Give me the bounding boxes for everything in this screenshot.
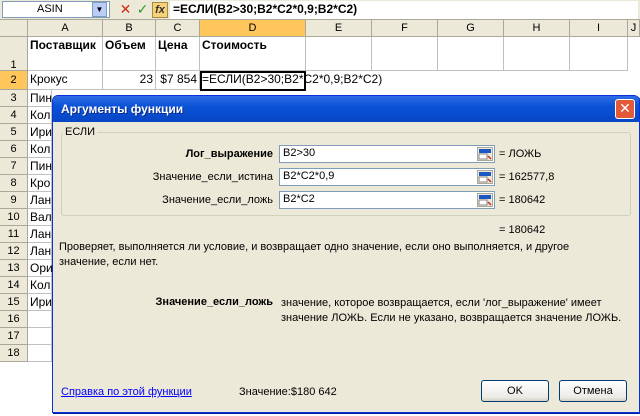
confirm-formula-icon[interactable]: ✓: [134, 1, 151, 18]
row-header[interactable]: 4: [0, 107, 28, 124]
column-header[interactable]: E: [306, 20, 372, 37]
table-cell[interactable]: [28, 345, 52, 362]
row-header[interactable]: 2: [0, 71, 28, 90]
arg-value: B2*C2: [283, 193, 315, 205]
table-cell[interactable]: [28, 328, 52, 345]
row-header[interactable]: 15: [0, 294, 28, 311]
arg-input-value-if-true[interactable]: B2*C2*0,9: [279, 168, 495, 186]
formula-bar: ASIN ▼ ✕ ✓ fx =ЕСЛИ(B2>30;B2*C2*0,9;B2*C…: [0, 0, 640, 20]
insert-function-icon[interactable]: fx: [152, 2, 168, 18]
table-cell[interactable]: 23: [103, 71, 156, 90]
table-cell[interactable]: [372, 37, 438, 71]
current-arg-name: Значение_если_ложь: [155, 296, 273, 308]
column-header[interactable]: B: [103, 20, 156, 37]
table-cell[interactable]: Лан: [28, 192, 52, 209]
row-header[interactable]: 11: [0, 226, 28, 243]
help-link[interactable]: Справка по этой функции: [61, 386, 192, 398]
row-header[interactable]: 17: [0, 328, 28, 345]
collapse-dialog-icon[interactable]: [477, 170, 493, 184]
column-header[interactable]: D: [200, 20, 306, 37]
close-icon[interactable]: ✕: [615, 99, 635, 119]
column-header[interactable]: A: [28, 20, 103, 37]
table-cell[interactable]: Кол: [28, 277, 52, 294]
arg-result: = 180642: [499, 194, 546, 206]
cancel-button[interactable]: Отмена: [559, 380, 627, 402]
dialog-titlebar[interactable]: Аргументы функции ✕: [53, 96, 639, 122]
row-header[interactable]: 16: [0, 311, 28, 328]
select-all-corner[interactable]: [0, 20, 28, 37]
table-cell[interactable]: $7 854: [156, 71, 200, 90]
dialog-title: Аргументы функции: [61, 102, 184, 116]
table-cell[interactable]: [28, 311, 52, 328]
function-name: ЕСЛИ: [63, 126, 98, 138]
table-cell[interactable]: Лан: [28, 243, 52, 260]
cancel-formula-icon[interactable]: ✕: [117, 1, 134, 18]
column-header[interactable]: I: [570, 20, 628, 37]
table-cell[interactable]: Кол: [28, 107, 52, 124]
row-header[interactable]: 8: [0, 175, 28, 192]
table-cell[interactable]: Лан: [28, 226, 52, 243]
table-cell[interactable]: Пин: [28, 90, 52, 107]
table-cell[interactable]: Поставщик: [28, 37, 103, 71]
row-header[interactable]: 7: [0, 158, 28, 175]
row-header[interactable]: 13: [0, 260, 28, 277]
collapse-dialog-icon[interactable]: [477, 193, 493, 207]
arg-value: B2>30: [283, 147, 316, 159]
row-header[interactable]: 10: [0, 209, 28, 226]
column-header[interactable]: F: [372, 20, 438, 37]
table-cell[interactable]: [438, 37, 504, 71]
arg-result: = ЛОЖЬ: [499, 148, 542, 160]
chevron-down-icon[interactable]: ▼: [92, 2, 107, 17]
arg-input-log-expression[interactable]: B2>30: [279, 145, 495, 163]
arg-value: B2*C2*0,9: [283, 170, 335, 182]
function-arguments-dialog: Аргументы функции ✕ ЕСЛИ Лог_выражение B…: [52, 95, 640, 413]
row-header[interactable]: 6: [0, 141, 28, 158]
active-cell-border: [200, 71, 306, 91]
current-arg-description: значение, которое возвращается, если 'ло…: [281, 297, 622, 324]
arg-label-log-expression: Лог_выражение: [185, 148, 273, 160]
column-header[interactable]: G: [438, 20, 504, 37]
table-cell[interactable]: Ири: [28, 294, 52, 311]
table-cell[interactable]: Вал: [28, 209, 52, 226]
table-cell[interactable]: Крокус: [28, 71, 103, 90]
row-header[interactable]: 1: [0, 37, 28, 71]
row-header[interactable]: 14: [0, 277, 28, 294]
arg-input-value-if-false[interactable]: B2*C2: [279, 191, 495, 209]
row-header[interactable]: 5: [0, 124, 28, 141]
column-header[interactable]: J: [628, 20, 640, 37]
row-header[interactable]: 18: [0, 345, 28, 362]
table-cell[interactable]: Объем: [103, 37, 156, 71]
table-cell[interactable]: Ори: [28, 260, 53, 277]
row-header[interactable]: 3: [0, 90, 28, 107]
table-cell[interactable]: Ири: [28, 124, 52, 141]
table-cell[interactable]: [570, 37, 628, 71]
arg-result: = 162577,8: [499, 171, 555, 183]
formula-input[interactable]: =ЕСЛИ(B2>30;B2*C2*0,9;B2*C2): [170, 1, 638, 19]
arg-label-value-if-true: Значение_если_истина: [152, 171, 273, 183]
table-cell[interactable]: Пин: [28, 158, 52, 175]
row-header[interactable]: 9: [0, 192, 28, 209]
table-cell[interactable]: Кро: [28, 175, 52, 192]
value-label: Значение:$180 642: [239, 386, 337, 398]
table-cell[interactable]: [306, 37, 372, 71]
function-description: Проверяет, выполняется ли условие, и воз…: [59, 241, 570, 268]
column-header[interactable]: C: [156, 20, 200, 37]
table-cell[interactable]: Цена: [156, 37, 200, 71]
column-header[interactable]: H: [504, 20, 570, 37]
arg-label-value-if-false: Значение_если_ложь: [162, 194, 273, 206]
table-cell[interactable]: Кол: [28, 141, 52, 158]
formula-result: = 180642: [499, 224, 546, 236]
collapse-dialog-icon[interactable]: [477, 147, 493, 161]
table-cell[interactable]: Стоимость: [200, 37, 306, 71]
ok-button[interactable]: OK: [481, 380, 549, 402]
table-cell[interactable]: [504, 37, 570, 71]
row-header[interactable]: 12: [0, 243, 28, 260]
